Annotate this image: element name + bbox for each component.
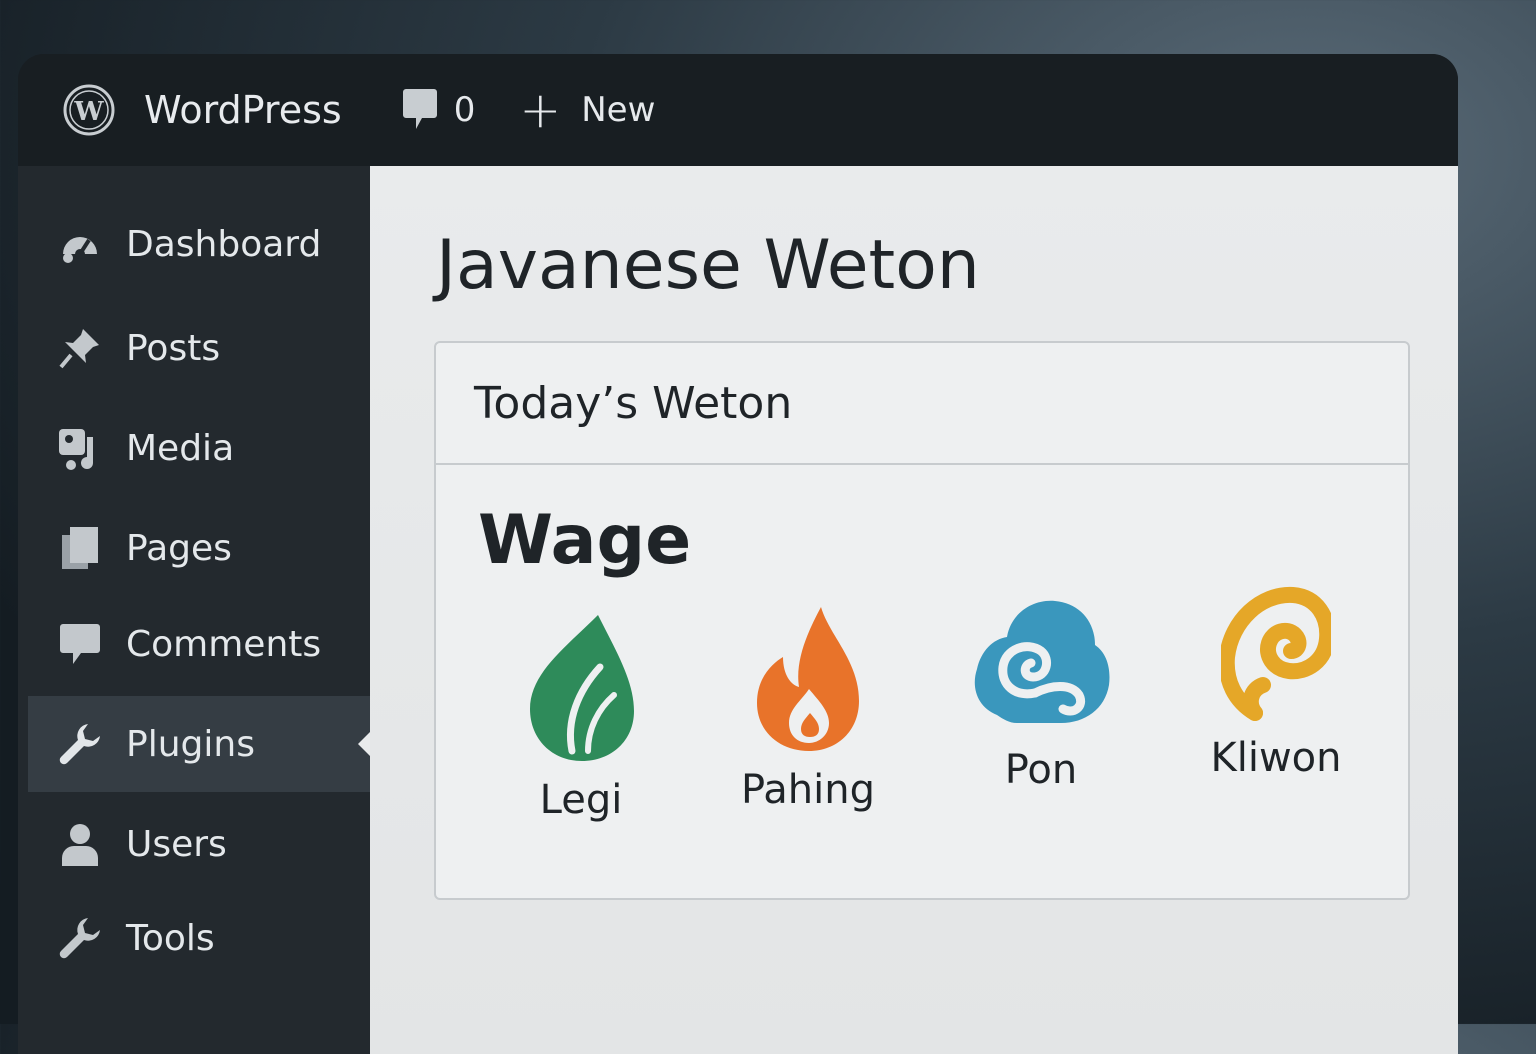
comment-bubble-icon	[402, 89, 437, 129]
comments-link[interactable]: 0	[402, 87, 476, 133]
cloud-swirl-icon	[974, 600, 1110, 723]
sidebar-item-label: Users	[126, 823, 227, 865]
sidebar-item-label: Posts	[126, 327, 221, 369]
pasaran-pahing: Pahing	[718, 605, 898, 813]
admin-sidebar: Dashboard Posts Media Pages Comments Plu…	[18, 166, 372, 1054]
sidebar-item-label: Media	[126, 427, 235, 469]
new-content-button[interactable]: + New	[519, 85, 655, 135]
site-name-link[interactable]: WordPress	[144, 88, 342, 132]
comment-icon	[56, 620, 104, 668]
sidebar-item-label: Tools	[126, 917, 215, 959]
weton-card: Today’s Weton Wage Legi Pahing Pon Kliwo…	[434, 341, 1410, 900]
sidebar-item-posts[interactable]: Posts	[28, 300, 370, 396]
sidebar-item-media[interactable]: Media	[28, 400, 370, 496]
sidebar-item-pages[interactable]: Pages	[28, 500, 370, 596]
plus-icon: +	[519, 81, 562, 139]
user-icon	[56, 820, 104, 868]
new-content-label: New	[581, 90, 656, 130]
sidebar-item-label: Comments	[126, 623, 322, 665]
sidebar-item-plugins[interactable]: Plugins	[28, 696, 372, 792]
sidebar-item-label: Plugins	[126, 723, 255, 765]
pasaran-label: Kliwon	[1210, 735, 1342, 781]
card-header: Today’s Weton	[436, 343, 1408, 465]
sidebar-item-comments[interactable]: Comments	[28, 596, 370, 692]
comments-count: 0	[453, 90, 476, 130]
weton-day-name: Wage	[478, 501, 692, 580]
svg-text:W: W	[73, 97, 104, 127]
pasaran-legi: Legi	[491, 611, 671, 823]
pasaran-label: Pahing	[740, 767, 876, 813]
pasaran-pon: Pon	[951, 597, 1131, 793]
leaf-icon	[530, 615, 634, 761]
media-icon	[56, 424, 104, 472]
sidebar-item-tools[interactable]: Tools	[28, 890, 370, 986]
card-title: Today’s Weton	[474, 377, 793, 429]
spiral-icon	[1221, 586, 1331, 721]
admin-bar: W WordPress 0 + New	[18, 54, 1458, 166]
sidebar-item-label: Pages	[126, 527, 232, 569]
sidebar-item-users[interactable]: Users	[28, 796, 370, 892]
page-title: Javanese Weton	[436, 226, 980, 305]
dashboard-icon	[56, 220, 104, 268]
wp-admin-screen: W WordPress 0 + New Dashboard Posts Medi…	[18, 54, 1458, 1054]
pin-icon	[56, 324, 104, 372]
sidebar-item-label: Dashboard	[126, 223, 322, 265]
pasaran-label: Pon	[1004, 747, 1078, 793]
tools-wrench-icon	[56, 914, 104, 962]
sidebar-item-dashboard[interactable]: Dashboard	[28, 196, 370, 292]
main-content: Javanese Weton Today’s Weton Wage Legi P…	[370, 166, 1458, 1054]
pages-icon	[56, 524, 104, 572]
pasaran-label: Legi	[539, 777, 623, 823]
wordpress-logo-icon[interactable]: W	[18, 83, 116, 137]
flame-icon	[757, 607, 859, 751]
pasaran-kliwon: Kliwon	[1186, 585, 1366, 781]
plugin-wrench-icon	[56, 720, 104, 768]
